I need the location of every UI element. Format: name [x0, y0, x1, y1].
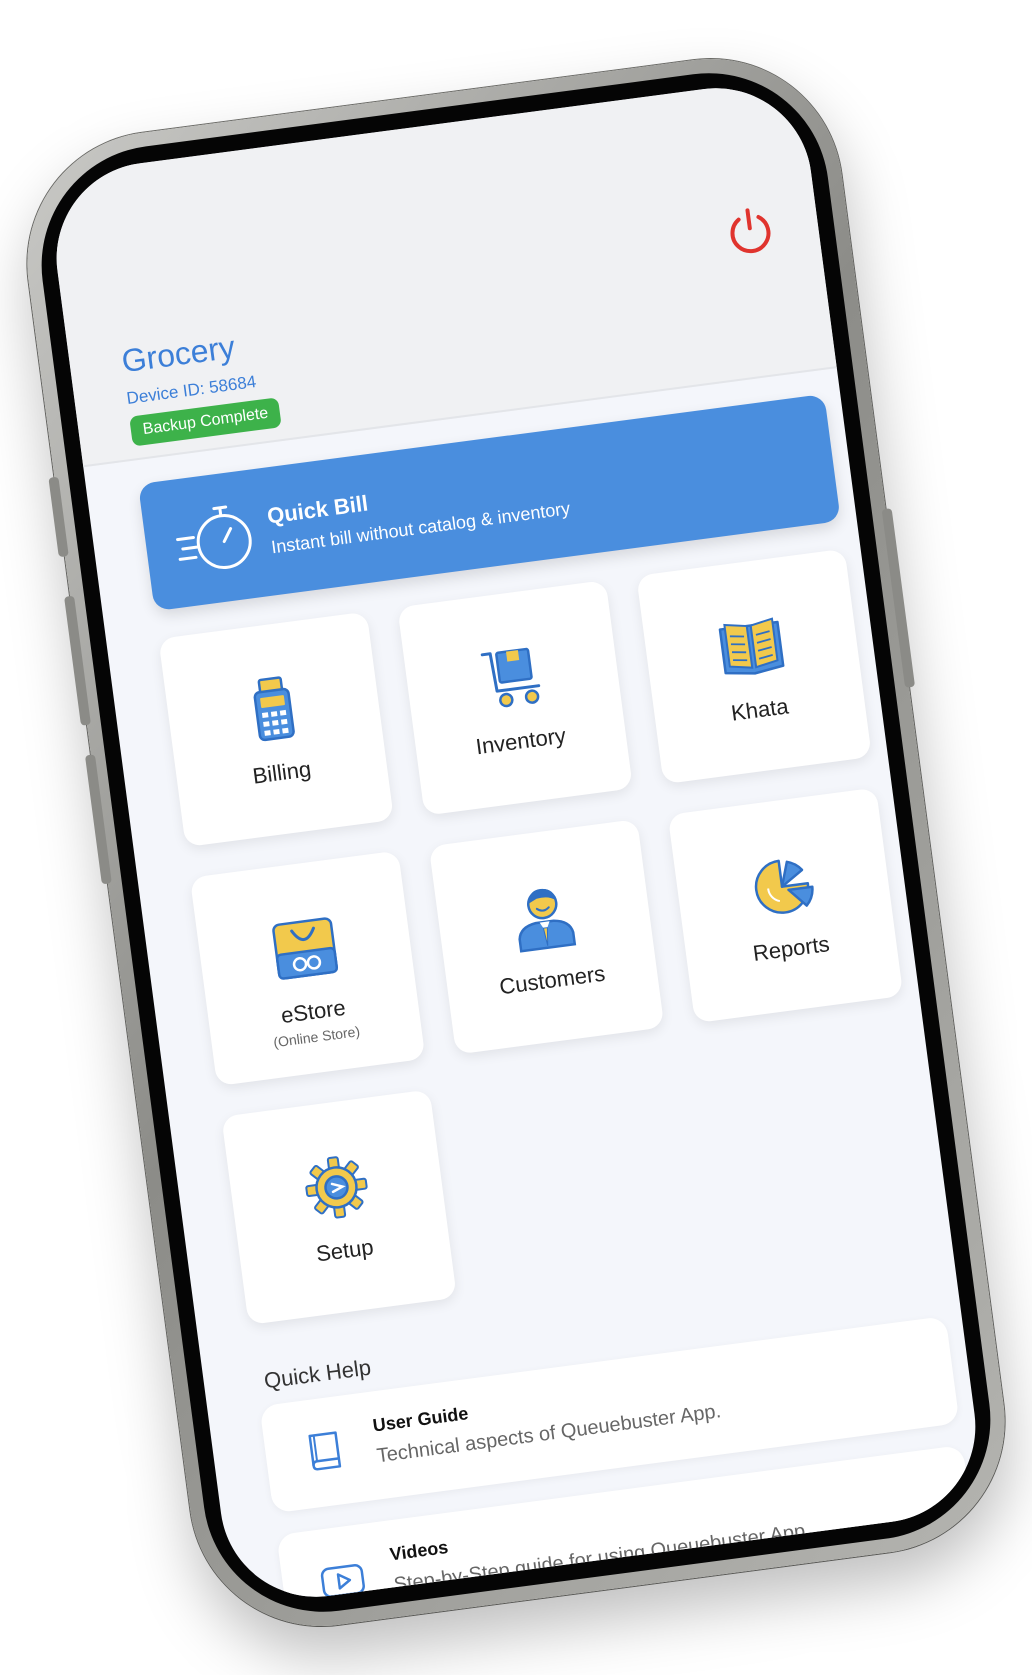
help-item-videos-title: Videos [388, 1536, 450, 1565]
quick-bill-title: Quick Bill [265, 490, 370, 529]
cart-box-icon [473, 641, 551, 716]
open-book-icon [712, 609, 790, 684]
stopwatch-icon [169, 495, 262, 581]
phone-frame: Grocery Device ID: 58684 Backup Complete [11, 42, 1021, 1643]
pos-terminal-icon [235, 672, 313, 747]
stage: Grocery Device ID: 58684 Backup Complete [0, 0, 1032, 1675]
tile-estore[interactable]: eStore (Online Store) [189, 850, 426, 1087]
help-item-user-guide-title: User Guide [371, 1403, 470, 1436]
tile-setup[interactable]: Setup [221, 1089, 457, 1326]
tile-customers-label: Customers [497, 960, 607, 1000]
quick-help-section: Quick Help User Guide Technical aspects … [253, 1268, 979, 1609]
tile-khata[interactable]: Khata [636, 548, 872, 785]
gear-icon [297, 1150, 375, 1225]
phone-side-button [48, 476, 69, 558]
tile-reports[interactable]: Reports [667, 787, 904, 1024]
tile-setup-label: Setup [314, 1234, 375, 1267]
pie-chart-icon [744, 848, 822, 923]
tile-khata-label: Khata [729, 693, 790, 726]
store-name: Grocery [119, 328, 237, 380]
tile-inventory-label: Inventory [474, 722, 568, 760]
tile-customers[interactable]: Customers [428, 819, 665, 1055]
store-bag-icon [266, 911, 344, 986]
tile-billing-label: Billing [251, 756, 313, 789]
book-icon [299, 1425, 353, 1479]
tile-inventory[interactable]: Inventory [397, 580, 633, 816]
power-icon[interactable] [721, 201, 779, 259]
tile-billing[interactable]: Billing [158, 611, 394, 848]
tile-reports-label: Reports [751, 931, 832, 966]
customer-person-icon [505, 880, 583, 955]
